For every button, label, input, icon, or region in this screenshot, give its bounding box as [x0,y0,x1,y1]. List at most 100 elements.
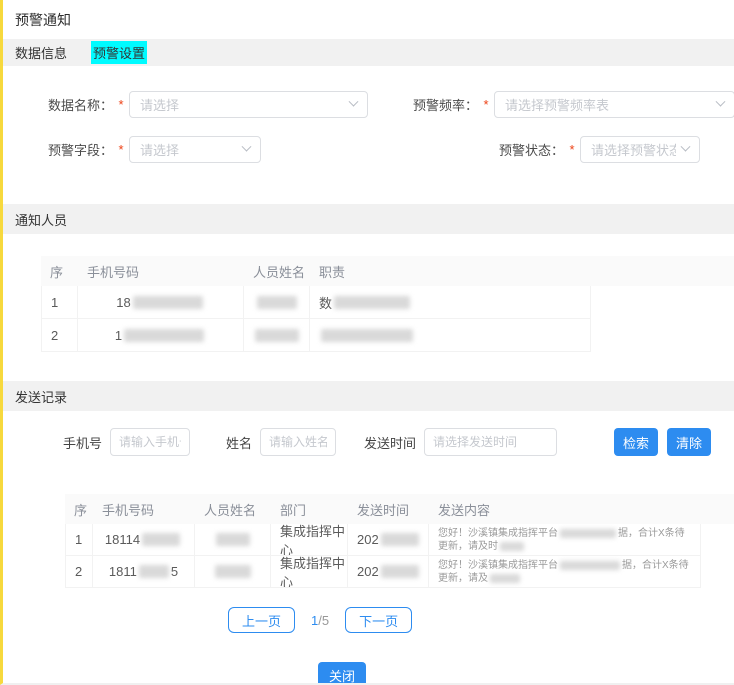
cell-phone: 18 [78,286,244,319]
time-visible: 202 [357,564,379,579]
phone-visible: 1811 [109,564,137,579]
cell-phone: 1 [78,319,244,352]
redacted-name [257,296,297,309]
field-data-name: 数据名称： * 请选择 [3,91,368,118]
name-filter-label: 姓名 [226,433,252,452]
field-alert-status: 预警状态： * 请选择预警状态 [370,136,700,163]
required-asterisk: * [478,97,494,112]
redacted-name [216,533,250,546]
send-records-filters: 手机号 姓名 发送时间 检索 清除 [63,428,734,456]
chevron-down-icon [681,142,691,152]
col-header-phone: 手机号码 [93,500,195,519]
clear-button[interactable]: 清除 [667,428,711,456]
phone-visible: 18 [116,295,130,310]
select-placeholder: 请选择预警状态 [591,140,676,159]
redacted-duty [321,329,413,342]
cell-name [195,524,271,556]
alert-settings-form: 数据名称： * 请选择 预警频率： * 请选择预警频率表 预警字段： * 请选择 [3,66,734,204]
phone-visible: 1 [115,328,122,343]
chevron-down-icon [242,142,252,152]
notify-personnel-title: 通知人员 [15,210,67,229]
required-asterisk: * [113,142,129,157]
cell-dept: 集成指挥中心 [271,556,348,588]
select-placeholder: 请选择预警频率表 [505,95,609,114]
cell-no: 1 [41,286,78,319]
redacted-time [381,533,419,546]
redacted-phone [133,296,203,309]
alert-notification-modal: 预警通知 数据信息 预警设置 数据名称： * 请选择 预警频率： * 请选择预警… [0,0,734,685]
cell-no: 2 [65,556,93,588]
next-page-button[interactable]: 下一页 [345,607,412,633]
content-visible: 您好！沙溪镇集成指挥平台 [438,528,558,539]
send-records-table: 序 手机号码 人员姓名 部门 发送时间 发送内容 1 18114 集成指挥中心 … [65,494,734,588]
required-asterisk: * [564,142,580,157]
redacted-time [381,565,419,578]
table-header-row: 序 手机号码 人员姓名 职责 [41,256,734,286]
chevron-down-icon [716,97,726,107]
cell-duty: 数 [310,286,591,319]
cell-dept: 集成指挥中心 [271,524,348,556]
section-notify-personnel-header: 通知人员 [3,204,734,234]
cell-name [195,556,271,588]
alert-frequency-label: 预警频率： [370,95,478,114]
content-visible: 您好！沙溪镇集成指挥平台 [438,560,558,571]
duty-visible: 数 [319,293,332,312]
col-header-duty: 职责 [310,262,591,281]
close-button[interactable]: 关闭 [318,662,366,685]
alert-status-label: 预警状态： [370,140,564,159]
cell-duty [310,319,591,352]
redacted-content [500,542,524,551]
col-header-name: 人员姓名 [244,262,310,281]
page-indicator: 1/5 [311,613,329,628]
phone-visible: 18114 [105,532,140,547]
tab-alert-settings[interactable]: 预警设置 [91,41,147,64]
data-name-label: 数据名称： [3,95,113,114]
table-row: 1 18114 集成指挥中心 202 您好！沙溪镇集成指挥平台据，合计X条待更新… [65,524,734,556]
search-button[interactable]: 检索 [614,428,658,456]
cell-phone: 18114 [93,524,195,556]
col-header-no: 序 [41,262,78,281]
phone-filter-input[interactable] [110,428,190,456]
time-filter-input[interactable] [424,428,557,456]
name-filter-input[interactable] [260,428,336,456]
col-header-send-content: 发送内容 [429,500,701,519]
page-title: 预警通知 [3,0,734,39]
cell-send-content: 您好！沙溪镇集成指挥平台据，合计X条待更新，请及 [429,556,701,588]
phone-visible: 5 [171,564,178,579]
chevron-down-icon [349,97,359,107]
redacted-name [215,565,251,578]
required-asterisk: * [113,97,129,112]
col-header-dept: 部门 [271,500,348,519]
alert-frequency-select[interactable]: 请选择预警频率表 [494,91,734,118]
cell-send-time: 202 [348,524,429,556]
alert-status-select[interactable]: 请选择预警状态 [580,136,700,163]
cell-send-content: 您好！沙溪镇集成指挥平台据，合计X条待更新，请及时 [429,524,701,556]
select-placeholder: 请选择 [140,140,179,159]
cell-name [244,286,310,319]
table-row: 2 1 [41,319,734,352]
cell-name [244,319,310,352]
prev-page-button[interactable]: 上一页 [228,607,295,633]
redacted-content [560,561,620,570]
send-records-title: 发送记录 [15,387,67,406]
alert-field-select[interactable]: 请选择 [129,136,261,163]
redacted-phone [139,565,169,578]
time-visible: 202 [357,532,379,547]
tab-data-info[interactable]: 数据信息 [13,41,69,64]
cell-no: 1 [65,524,93,556]
redacted-content [490,574,520,583]
phone-filter-label: 手机号 [63,433,102,452]
col-header-phone: 手机号码 [78,262,244,281]
col-header-send-time: 发送时间 [348,500,429,519]
table-header-row: 序 手机号码 人员姓名 部门 发送时间 发送内容 [65,494,734,524]
field-alert-frequency: 预警频率： * 请选择预警频率表 [370,91,734,118]
data-name-select[interactable]: 请选择 [129,91,368,118]
time-filter-label: 发送时间 [364,433,416,452]
redacted-duty [334,296,410,309]
notify-personnel-table: 序 手机号码 人员姓名 职责 1 18 数 2 1 [41,256,734,352]
tab-bar: 数据信息 预警设置 [3,39,734,66]
redacted-content [560,529,616,538]
redacted-phone [124,329,204,342]
section-send-records-header: 发送记录 [3,381,734,411]
redacted-phone [142,533,180,546]
